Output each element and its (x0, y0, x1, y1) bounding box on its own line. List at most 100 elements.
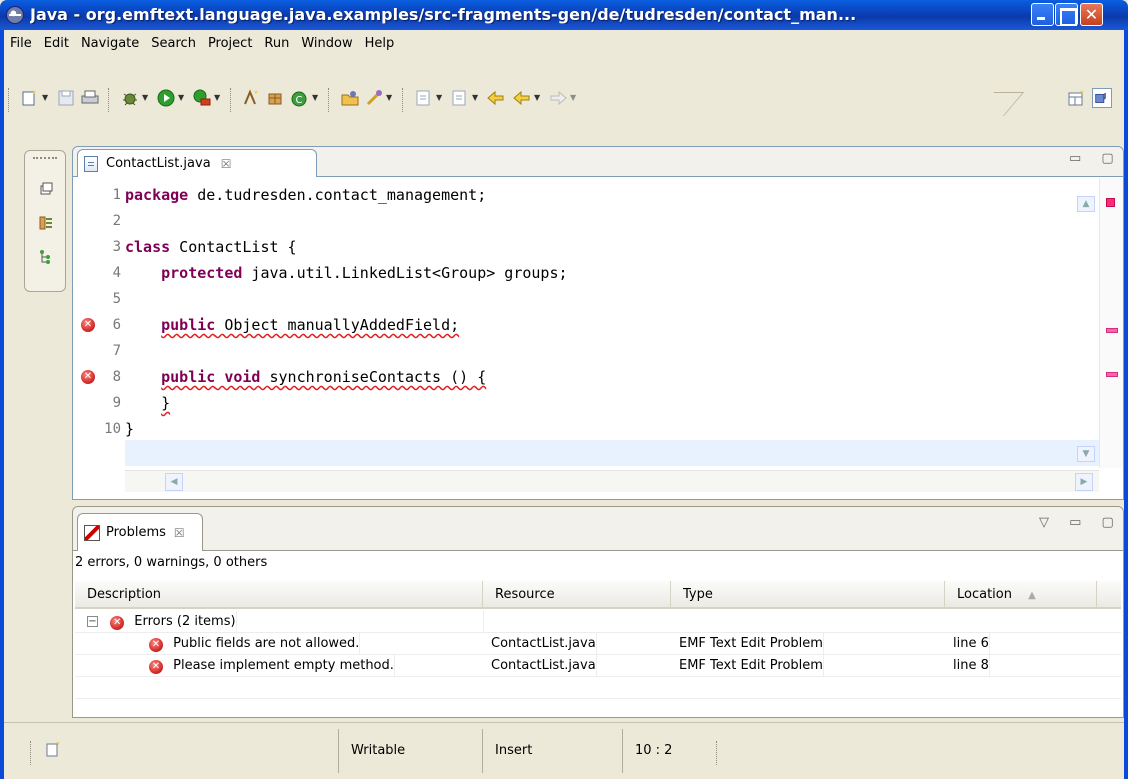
code-line[interactable]: public void synchroniseContacts () { (125, 364, 486, 390)
problems-view-controls[interactable]: ▽ ▭ ▢ (1039, 515, 1122, 530)
java-editor: ContactList.java ☒ ▭ ▢ 1 2 3 4 5 6 ✕ 7 8 ✕ 9 10 pac… (72, 146, 1124, 500)
svg-text:J: J (1103, 91, 1107, 100)
minimize-button[interactable] (1031, 3, 1054, 26)
code-line[interactable]: } (125, 390, 170, 416)
error-marker-icon[interactable]: ✕ (81, 370, 95, 384)
new-class-icon[interactable]: C (290, 88, 310, 108)
table-row[interactable]: ✕ Public fields are not allowed. Contact… (75, 633, 1121, 655)
error-icon: ✕ (110, 616, 125, 630)
menu-run[interactable]: Run (258, 36, 295, 51)
tab-contactlist-java[interactable]: ContactList.java ☒ (77, 149, 317, 177)
next-annotation-icon[interactable] (414, 88, 434, 108)
group-row-errors[interactable]: − ✕ Errors (2 items) (75, 611, 1121, 633)
column-resource[interactable]: Resource (483, 581, 671, 609)
group-cell: − ✕ Errors (2 items) (87, 611, 237, 633)
editor-view-controls[interactable]: ▭ ▢ (1069, 151, 1122, 166)
title-bar: Java - org.emftext.language.java.example… (0, 0, 1128, 30)
external-tools-dropdown-icon[interactable] (214, 88, 222, 108)
menu-window[interactable]: Window (295, 36, 358, 51)
new-java-project-icon[interactable] (242, 88, 262, 108)
code-token: } (125, 420, 135, 438)
next-annotation-dropdown-icon[interactable] (436, 88, 444, 108)
java-perspective-icon[interactable]: J (1092, 88, 1112, 108)
hierarchy-icon[interactable] (38, 215, 54, 231)
resource-cell: ContactList.java (491, 633, 597, 655)
horizontal-scrollbar[interactable]: ◀ ▶ (125, 470, 1099, 492)
overview-error-marker[interactable] (1106, 328, 1118, 333)
menu-navigate[interactable]: Navigate (75, 36, 145, 51)
description-cell: ✕ Public fields are not allowed. (149, 633, 361, 655)
print-icon[interactable] (80, 88, 100, 108)
open-perspective-icon[interactable] (1066, 88, 1086, 108)
line-number-ruler: 1 2 3 4 5 6 ✕ 7 8 ✕ 9 10 (73, 178, 125, 468)
overview-error-summary[interactable] (1106, 198, 1115, 207)
table-row[interactable]: ✕ Please implement empty method. Contact… (75, 655, 1121, 677)
menu-edit[interactable]: Edit (38, 36, 75, 51)
previous-annotation-icon[interactable] (450, 88, 470, 108)
error-marker-icon[interactable]: ✕ (81, 318, 95, 332)
menu-project[interactable]: Project (202, 36, 258, 51)
new-class-dropdown-icon[interactable] (312, 88, 320, 108)
toolbar-grip[interactable] (230, 88, 233, 112)
overview-ruler[interactable] (1099, 178, 1123, 468)
open-type-icon[interactable] (340, 88, 360, 108)
column-location[interactable]: Location ▲ (945, 581, 1097, 609)
new-package-icon[interactable] (266, 88, 286, 108)
save-icon[interactable] (56, 88, 76, 108)
forward-dropdown-icon[interactable] (570, 88, 578, 108)
trim-grip[interactable] (33, 157, 57, 159)
column-type[interactable]: Type (671, 581, 945, 609)
close-tab-icon[interactable]: ☒ (221, 157, 232, 171)
last-edit-location-icon[interactable] (486, 88, 506, 108)
toolbar-grip[interactable] (402, 88, 405, 112)
debug-dropdown-icon[interactable] (142, 88, 150, 108)
status-writable: Writable (338, 729, 478, 773)
previous-annotation-dropdown-icon[interactable] (472, 88, 480, 108)
code-line[interactable]: protected java.util.LinkedList<Group> gr… (125, 260, 567, 286)
external-tools-icon[interactable] (192, 88, 212, 108)
search-dropdown-icon[interactable] (386, 88, 394, 108)
debug-icon[interactable] (120, 88, 140, 108)
maximize-button[interactable] (1055, 3, 1078, 26)
toolbar-grip[interactable] (8, 88, 11, 112)
scroll-right-button[interactable]: ▶ (1075, 473, 1093, 491)
scroll-left-button[interactable]: ◀ (165, 473, 183, 491)
menu-search[interactable]: Search (145, 36, 202, 51)
column-description[interactable]: Description (75, 581, 483, 609)
status-grip[interactable] (30, 741, 33, 765)
overview-error-marker[interactable] (1106, 372, 1118, 377)
run-dropdown-icon[interactable] (178, 88, 186, 108)
line-number: 3 (112, 239, 121, 255)
toolbar-grip[interactable] (328, 88, 331, 112)
new-icon[interactable] (20, 88, 40, 108)
code-line[interactable]: } (125, 416, 134, 442)
code-line[interactable]: class ContactList { (125, 234, 297, 260)
close-window-button[interactable]: ✕ (1080, 3, 1103, 26)
line-number: 10 (104, 421, 121, 437)
menu-file[interactable]: File (4, 36, 38, 51)
toolbar-grip[interactable] (108, 88, 111, 112)
table-row-empty (75, 677, 1121, 699)
scroll-up-button[interactable]: ▲ (1077, 196, 1095, 212)
description-text: Public fields are not allowed. (173, 636, 360, 651)
main-toolbar: C J (4, 56, 1124, 142)
code-area[interactable]: package de.tudresden.contact_management;… (125, 178, 1099, 468)
forward-icon[interactable] (548, 88, 568, 108)
back-dropdown-icon[interactable] (534, 88, 542, 108)
scroll-down-button[interactable]: ▼ (1077, 446, 1095, 462)
tab-problems[interactable]: Problems ☒ (77, 513, 203, 551)
search-icon[interactable] (364, 88, 384, 108)
menu-help[interactable]: Help (359, 36, 401, 51)
new-dropdown-icon[interactable] (42, 88, 50, 108)
code-line[interactable]: package de.tudresden.contact_management; (125, 182, 486, 208)
back-icon[interactable] (512, 88, 532, 108)
line-number: 9 (112, 395, 121, 411)
close-tab-icon[interactable]: ☒ (174, 526, 185, 540)
restore-icon[interactable] (38, 181, 54, 197)
outline-icon[interactable] (38, 249, 54, 265)
collapse-icon[interactable]: − (87, 616, 98, 627)
run-icon[interactable] (156, 88, 176, 108)
code-line[interactable]: public Object manuallyAddedField; (125, 312, 459, 338)
fast-view-icon[interactable] (44, 739, 64, 759)
